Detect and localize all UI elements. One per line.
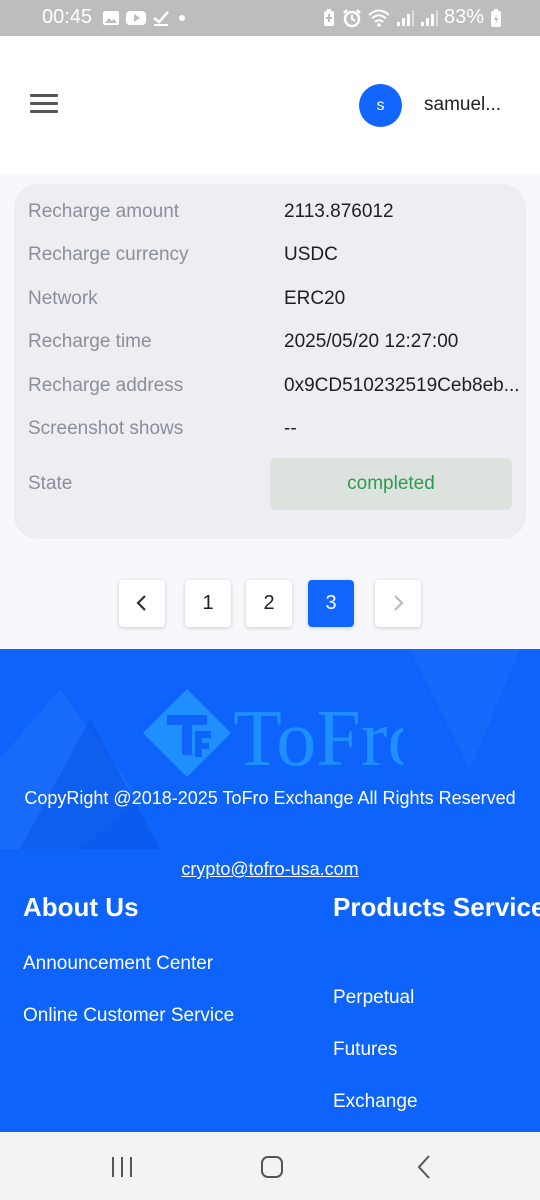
chevron-right-icon <box>394 595 404 611</box>
row-value: -- <box>284 418 297 439</box>
status-left-icons <box>102 9 188 27</box>
alarm-icon <box>343 8 361 27</box>
chevron-left-icon <box>136 595 146 611</box>
signal-icon <box>396 9 414 26</box>
status-badge: completed <box>270 458 512 510</box>
page-button-1[interactable]: 1 <box>185 580 231 627</box>
wifi-icon <box>368 9 390 27</box>
next-page-button[interactable] <box>375 580 421 627</box>
battery-saver-icon <box>323 8 334 26</box>
row-screenshot-shows: Screenshot shows -- <box>28 414 518 444</box>
products-service-heading: Products Service <box>333 892 540 922</box>
copyright-text: CopyRight @2018-2025 ToFro Exchange All … <box>24 788 516 808</box>
row-value: 2025/05/20 12:27:00 <box>284 331 459 352</box>
avatar[interactable]: s <box>359 84 402 127</box>
row-label: Recharge time <box>28 331 152 352</box>
status-time: 00:45 <box>42 6 93 28</box>
exchange-link[interactable]: Exchange <box>333 1091 418 1113</box>
home-icon <box>261 1156 283 1178</box>
row-recharge-currency: Recharge currency USDC <box>28 240 518 270</box>
futures-link[interactable]: Futures <box>333 1039 397 1061</box>
username[interactable]: samuel... <box>424 94 501 116</box>
tofro-logo: ToFro <box>143 689 427 783</box>
row-value[interactable]: 0x9CD510232519Ceb8eb... <box>284 375 524 397</box>
signal-icon <box>420 9 438 26</box>
about-us-heading: About Us <box>23 892 139 922</box>
gallery-icon <box>103 11 119 25</box>
row-label: Recharge amount <box>28 201 180 222</box>
battery-charging-icon <box>491 8 501 27</box>
row-value: ERC20 <box>284 288 346 309</box>
back-button[interactable] <box>404 1152 444 1182</box>
online-customer-service-link[interactable]: Online Customer Service <box>23 1005 234 1027</box>
recent-apps-button[interactable] <box>102 1152 142 1182</box>
row-value: 2113.876012 <box>284 201 394 222</box>
check-icon <box>153 11 169 26</box>
status-right-icons: 83% <box>322 6 502 29</box>
status-bar: 00:45 83% <box>0 0 540 36</box>
row-recharge-time: Recharge time 2025/05/20 12:27:00 <box>28 327 518 357</box>
row-label: State <box>28 473 73 494</box>
row-label: Network <box>28 288 98 309</box>
app-header: s samuel... <box>0 36 540 174</box>
perpetual-link[interactable]: Perpetual <box>333 987 414 1009</box>
row-value: USDC <box>284 244 338 265</box>
row-label: Recharge currency <box>28 244 189 265</box>
row-label: Screenshot shows <box>28 418 184 439</box>
back-icon <box>417 1155 430 1179</box>
prev-page-button[interactable] <box>119 580 165 627</box>
announcement-center-link[interactable]: Announcement Center <box>23 953 213 975</box>
page-button-2[interactable]: 2 <box>246 580 292 627</box>
battery-percent: 83% <box>443 6 484 28</box>
page-button-3[interactable]: 3 <box>308 580 354 627</box>
recent-apps-icon <box>112 1157 132 1177</box>
logo-text: ToFro <box>233 695 403 779</box>
system-nav-bar <box>0 1132 540 1200</box>
dot-icon <box>179 15 185 21</box>
row-recharge-amount: Recharge amount 2113.876012 <box>28 197 518 227</box>
row-recharge-address: Recharge address 0x9CD510232519Ceb8eb... <box>28 371 520 401</box>
hamburger-menu-icon[interactable] <box>30 94 58 116</box>
footer: ToFro CopyRight @2018-2025 ToFro Exchang… <box>0 649 540 1132</box>
youtube-icon <box>126 11 146 25</box>
recharge-record-card: Recharge amount 2113.876012 Recharge cur… <box>14 184 526 539</box>
row-label: Recharge address <box>28 375 184 396</box>
row-network: Network ERC20 <box>28 284 518 314</box>
contact-email-link[interactable]: crypto@tofro-usa.com <box>0 859 540 880</box>
pagination: 1 2 3 <box>0 580 540 628</box>
home-button[interactable] <box>252 1152 292 1182</box>
